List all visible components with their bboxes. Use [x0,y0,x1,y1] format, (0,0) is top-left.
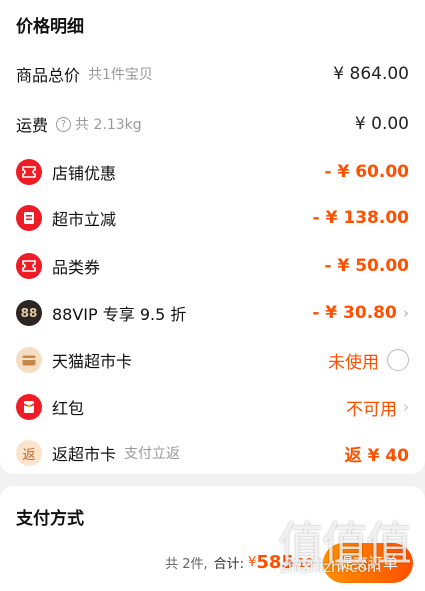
vip-discount-value-wrap: - ¥ 30.80 › [312,303,409,323]
shipping-sub: 共 2.13kg [75,117,142,133]
shipping-value: ¥ 0.00 [354,114,409,134]
price-detail-title: 价格明细 [16,17,84,37]
currency-symbol: ¥ [248,555,257,570]
coupon-icon [16,159,42,185]
store-discount-label: 店铺优惠 [52,164,117,183]
vip-discount-value: - ¥ 30.80 [312,303,397,323]
tag-icon [16,205,42,231]
supermarket-discount-row: 超市立减 - ¥ 138.00 [0,200,425,236]
category-coupon-label: 品类券 [52,258,101,277]
payment-title: 支付方式 [16,509,84,529]
red-packet-label: 红包 [52,399,85,418]
supermarket-discount-label: 超市立减 [52,210,117,229]
store-discount-row: 店铺优惠 - ¥ 60.00 [0,154,425,190]
coupon-icon [16,253,42,279]
cashback-card-label: 返超市卡 [52,445,117,464]
red-packet-value-wrap: 不可用 › [346,395,409,420]
chevron-right-icon: › [402,304,409,322]
tmall-card-value-wrap: 未使用 [328,348,409,373]
chevron-right-icon: › [403,398,409,416]
category-coupon-row: 品类券 - ¥ 50.00 [0,248,425,284]
category-coupon-value: - ¥ 50.00 [324,256,410,276]
item-count: 共 2件, [165,557,208,572]
tmall-card-label: 天猫超市卡 [52,352,133,371]
total-label: 合计: [213,557,245,572]
tmall-card-row[interactable]: 天猫超市卡 未使用 [0,342,425,378]
vip-88-icon: 88 [16,300,42,326]
shipping-label: 运费 [16,116,49,135]
goods-total-row: 商品总价 共1件宝贝 ¥ 864.00 [0,56,425,92]
tmall-card-value: 未使用 [328,352,379,373]
store-discount-value: - ¥ 60.00 [324,162,410,182]
shipping-row: 运费 ? 共 2.13kg ¥ 0.00 [0,106,425,142]
cashback-icon: 返 [16,440,42,466]
price-detail-card: 价格明细 商品总价 共1件宝贝 ¥ 864.00 运费 ? 共 2.13kg ¥… [0,0,425,474]
vip-discount-row[interactable]: 88 88VIP 专享 9.5 折 - ¥ 30.80 › [0,295,425,331]
goods-total-sub: 共1件宝贝 [88,67,153,83]
total-amount-decimal: .10 [293,555,313,570]
tmall-card-radio[interactable] [387,349,409,371]
supermarket-discount-value: - ¥ 138.00 [312,208,409,228]
cashback-card-sub: 支付立返 [124,446,181,462]
cashback-card-row: 返 返超市卡 支付立返 返 ¥ 40 [0,435,425,471]
card-icon [16,347,42,373]
help-icon[interactable]: ? [56,116,72,132]
red-packet-row[interactable]: 红包 不可用 › [0,389,425,425]
vip-discount-label: 88VIP 专享 9.5 折 [52,305,187,324]
bottom-bar: 共 2件, 合计: ¥ 585 .10 提交订单 [0,534,425,591]
submit-order-button[interactable]: 提交订单 [323,542,413,583]
red-packet-icon [16,394,42,420]
goods-total-label: 商品总价 [16,66,81,85]
cashback-card-value: 返 ¥ 40 [344,445,409,466]
total-amount: 585 [256,552,294,573]
goods-total-value: ¥ 864.00 [333,64,409,84]
red-packet-value: 不可用 [346,399,397,420]
